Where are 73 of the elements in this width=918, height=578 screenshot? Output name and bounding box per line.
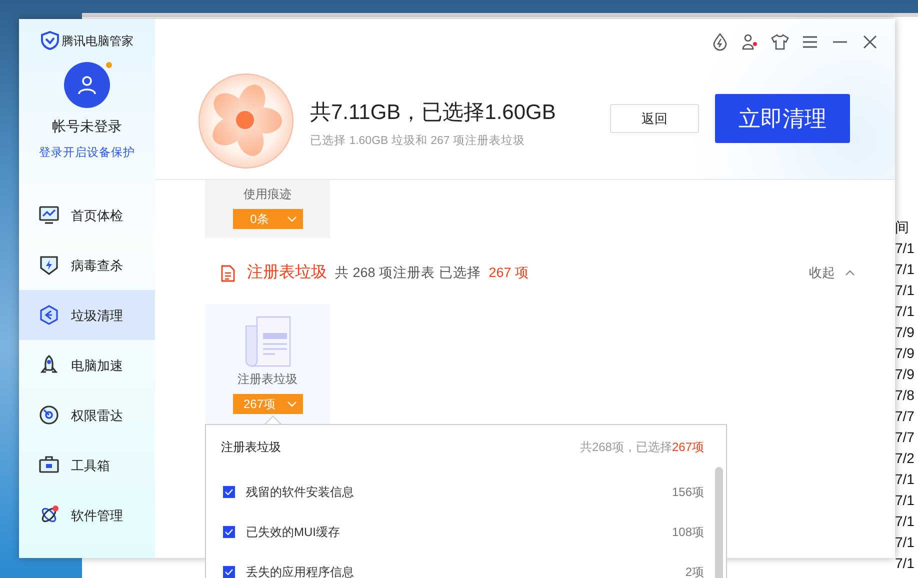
date-cell-text: 7/9 xyxy=(895,323,916,342)
user-icon xyxy=(77,75,97,95)
checkbox[interactable] xyxy=(223,526,235,538)
rocket-icon xyxy=(39,355,59,376)
chevron-up-icon xyxy=(845,270,855,276)
item-count: 2项 xyxy=(685,564,704,578)
section-summary: 共 268 项注册表 已选择 xyxy=(335,264,481,282)
document-drawing xyxy=(242,316,292,368)
date-cell-text: 7/7 xyxy=(895,428,916,447)
panel-title: 注册表垃圾 xyxy=(221,439,281,456)
date-cell-text: 7/1 xyxy=(895,281,916,300)
user-icon[interactable] xyxy=(741,33,759,51)
nav-item[interactable]: 软件管理 xyxy=(19,490,155,540)
close-icon[interactable] xyxy=(861,33,879,51)
shirt-icon[interactable] xyxy=(771,33,789,51)
date-cell-text: 7/9 xyxy=(895,365,916,384)
collapse-toggle[interactable]: 收起 xyxy=(809,263,855,283)
back-button[interactable]: 返回 xyxy=(610,104,699,133)
selected-count: 267项 xyxy=(672,439,704,456)
nav-item[interactable]: 病毒查杀 xyxy=(19,240,155,290)
toolbox-icon xyxy=(39,455,59,476)
avatar[interactable] xyxy=(64,62,110,108)
clean-now-button[interactable]: 立即清理 xyxy=(715,94,850,143)
column-header: 间 xyxy=(895,218,910,237)
summary-title: 共7.11GB，已选择1.60GB xyxy=(310,100,556,126)
shield-icon xyxy=(39,255,59,276)
nav-item[interactable]: 工具箱 xyxy=(19,440,155,490)
category-label: 注册表垃圾 xyxy=(238,371,298,388)
selected-count: 267 项 xyxy=(488,264,530,282)
account-status: 帐号未登录 xyxy=(52,117,122,136)
drop-icon[interactable] xyxy=(711,33,729,51)
date-cell-text: 7/1 xyxy=(895,260,916,279)
panel-total: 共268项，已选择 xyxy=(580,439,672,456)
category-card[interactable]: 注册表垃圾 267项 xyxy=(205,304,330,425)
check-icon xyxy=(225,569,233,575)
date-cell-text: 7/1 xyxy=(895,554,916,573)
date-cell-text: 7/7 xyxy=(895,407,916,426)
shield-logo-icon xyxy=(40,31,58,50)
hexagon-icon xyxy=(39,305,59,326)
chevron-down-icon xyxy=(286,401,296,407)
radar-icon xyxy=(39,405,59,426)
login-link[interactable]: 登录开启设备保护 xyxy=(39,145,135,162)
check-icon xyxy=(225,529,233,535)
item-label: 残留的软件安装信息 xyxy=(246,484,354,501)
summary-subtitle: 已选择 1.60GB 垃圾和 267 项注册表垃圾 xyxy=(310,133,525,149)
item-label: 已失效的MUI缓存 xyxy=(246,524,340,541)
checkbox[interactable] xyxy=(223,486,235,498)
date-cell-text: 7/1 xyxy=(895,533,916,552)
date-cell-text: 7/1 xyxy=(895,512,916,531)
item-count: 108项 xyxy=(672,524,704,541)
date-cell-text: 7/1 xyxy=(895,302,916,321)
nav-item[interactable]: 权限雷达 xyxy=(19,390,155,440)
date-cell-text: 7/1 xyxy=(895,470,916,489)
scrollbar-thumb[interactable] xyxy=(715,467,723,578)
date-cell-text: 7/1 xyxy=(895,239,916,258)
category-label: 使用痕迹 xyxy=(244,186,292,203)
check-icon xyxy=(225,489,233,495)
nav-item[interactable]: 首页体检 xyxy=(19,190,155,240)
section-title: 注册表垃圾 xyxy=(247,262,327,283)
document-icon xyxy=(221,264,235,282)
item-count: 156项 xyxy=(672,484,704,501)
checkbox[interactable] xyxy=(223,566,235,578)
date-cell-text: 7/1 xyxy=(895,491,916,510)
nav-item[interactable]: 电脑加速 xyxy=(19,340,155,390)
monitor-icon xyxy=(39,205,59,226)
date-cell-text: 7/9 xyxy=(895,344,916,363)
item-label: 丢失的应用程序信息 xyxy=(246,564,354,578)
nav-item[interactable]: 垃圾清理 xyxy=(19,290,155,340)
category-card[interactable]: 使用痕迹 0条 xyxy=(205,180,330,238)
date-cell-text: 7/8 xyxy=(895,386,916,405)
chevron-down-icon xyxy=(286,216,296,222)
app-brand: 腾讯电脑管家 xyxy=(62,32,134,50)
date-cell-text: 7/2 xyxy=(895,449,916,468)
